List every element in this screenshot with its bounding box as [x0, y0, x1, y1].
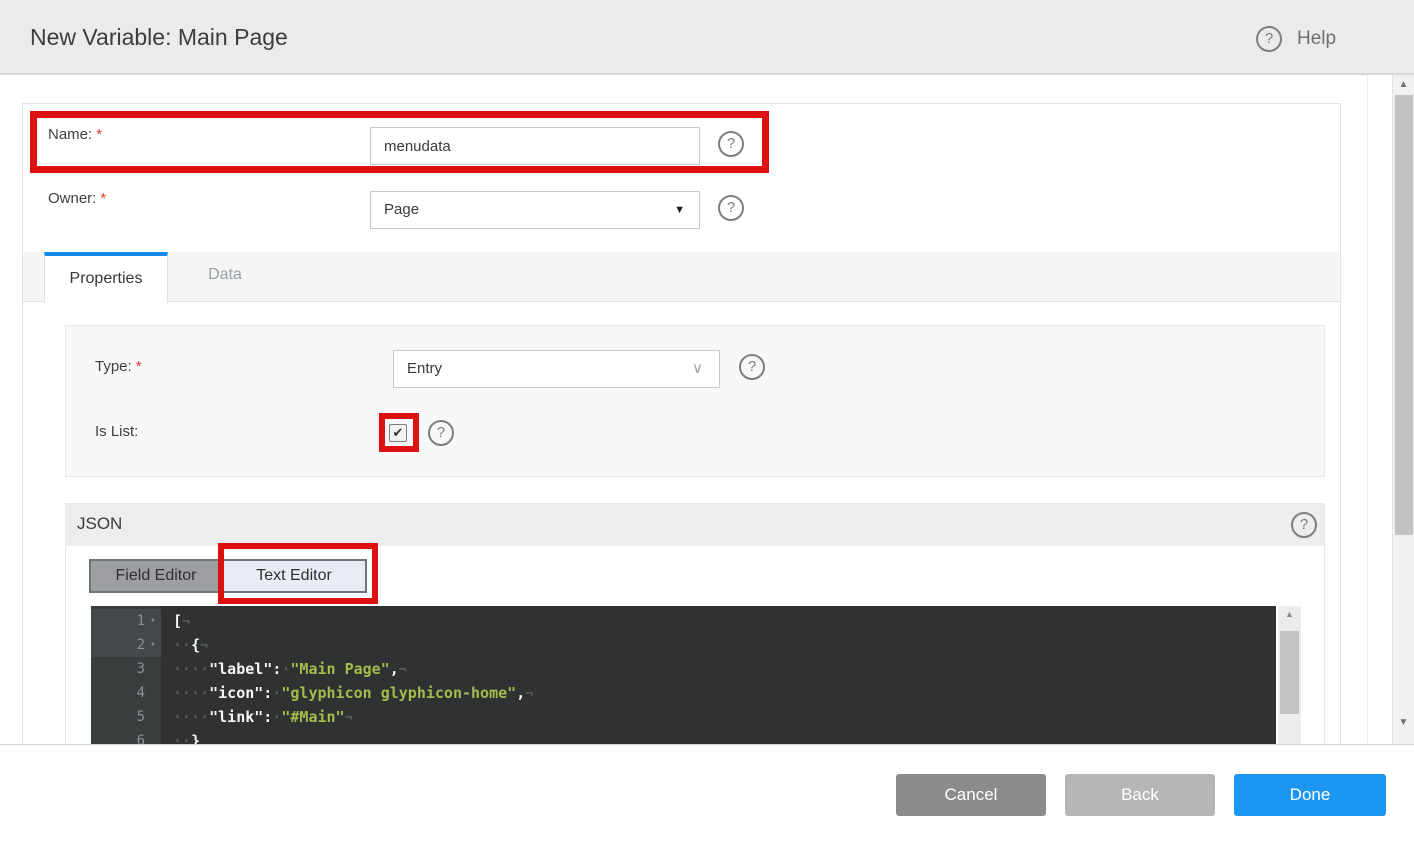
is-list-help-icon[interactable]: ?	[428, 420, 454, 446]
page-scrollbar[interactable]: ▲ ▼	[1392, 75, 1414, 744]
done-button[interactable]: Done	[1234, 774, 1386, 816]
editor-scrollbar[interactable]: ▲	[1278, 606, 1301, 744]
is-list-checkbox[interactable]: ✔	[389, 424, 407, 442]
name-label: Name: *	[48, 126, 103, 143]
field-editor-button[interactable]: Field Editor	[91, 561, 221, 591]
help-link[interactable]: ? Help	[1256, 26, 1386, 56]
editor-scrollbar-thumb[interactable]	[1280, 631, 1299, 714]
properties-content-box	[65, 325, 1325, 477]
tab-data[interactable]: Data	[185, 266, 265, 284]
name-input[interactable]	[370, 127, 700, 165]
dialog-header: New Variable: Main Page ? Help	[0, 0, 1414, 75]
eol-mark: ¬	[525, 687, 534, 702]
eol-mark: ¬	[344, 711, 353, 726]
name-help-icon[interactable]: ?	[718, 131, 744, 157]
type-help-icon[interactable]: ?	[739, 354, 765, 380]
required-asterisk: *	[96, 126, 103, 143]
scroll-down-icon[interactable]: ▼	[1393, 717, 1414, 728]
chevron-down-icon: ∨	[692, 360, 703, 377]
fold-icon[interactable]: ▾	[145, 609, 161, 633]
help-label: Help	[1297, 28, 1337, 49]
cancel-button[interactable]: Cancel	[896, 774, 1046, 816]
help-icon[interactable]: ?	[1256, 26, 1282, 52]
dialog-footer: Cancel Back Done	[0, 745, 1414, 845]
json-section-title: JSON	[77, 514, 123, 533]
text-editor-button[interactable]: Text Editor	[221, 561, 365, 591]
json-code-editor[interactable]: 1 ▾ [¬ 2 ▾ ··{¬ 3 ····"label":·"Main Page"…	[91, 606, 1276, 745]
scroll-up-icon[interactable]: ▲	[1393, 79, 1414, 90]
owner-help-icon[interactable]: ?	[718, 195, 744, 221]
panel-divider	[1367, 75, 1368, 744]
json-help-icon[interactable]: ?	[1291, 512, 1317, 538]
page-title: New Variable: Main Page	[30, 24, 288, 50]
fold-icon[interactable]: ▾	[145, 633, 161, 657]
code-line: 3 ····"label":·"Main Page",¬	[136, 660, 407, 678]
json-section: JSON ? Field Editor Text Editor 1 ▾ [¬ 2 ▾…	[65, 503, 1325, 745]
code-line: 1 ▾ [¬	[91, 609, 1276, 633]
required-asterisk: *	[135, 358, 142, 375]
required-asterisk: *	[100, 190, 107, 207]
owner-select[interactable]: Page ▼	[370, 191, 700, 229]
eol-mark: ¬	[182, 615, 190, 630]
code-line: 4 ····"icon":·"glyphicon glyphicon-home"…	[136, 684, 534, 702]
eol-mark: ¬	[200, 639, 208, 654]
tab-properties[interactable]: Properties	[44, 252, 168, 303]
type-label: Type: *	[95, 358, 142, 375]
dialog-body: Name:* ? Owner:* Page ▼ ? Properties Dat…	[0, 75, 1414, 745]
editor-mode-toggle: Field Editor Text Editor	[89, 559, 367, 593]
type-select[interactable]: Entry ∨	[393, 350, 720, 388]
owner-label: Owner: *	[48, 190, 107, 207]
code-line: 5 ····"link":·"#Main"¬	[136, 708, 353, 726]
code-line: 2 ▾ ··{¬	[91, 633, 1276, 657]
is-list-label: Is List:	[95, 423, 139, 440]
back-button[interactable]: Back	[1065, 774, 1215, 816]
json-section-header: JSON	[66, 504, 1324, 546]
select-arrow-icon: ▼	[674, 204, 685, 216]
eol-mark: ¬	[398, 663, 407, 678]
code-line: 6 ··}	[136, 732, 201, 745]
new-variable-dialog: New Variable: Main Page ? Help Name:* ? …	[0, 0, 1414, 845]
checkmark-icon: ✔	[392, 425, 404, 440]
editor-scroll-up-icon[interactable]: ▲	[1278, 609, 1301, 619]
page-scrollbar-thumb[interactable]	[1395, 95, 1413, 535]
